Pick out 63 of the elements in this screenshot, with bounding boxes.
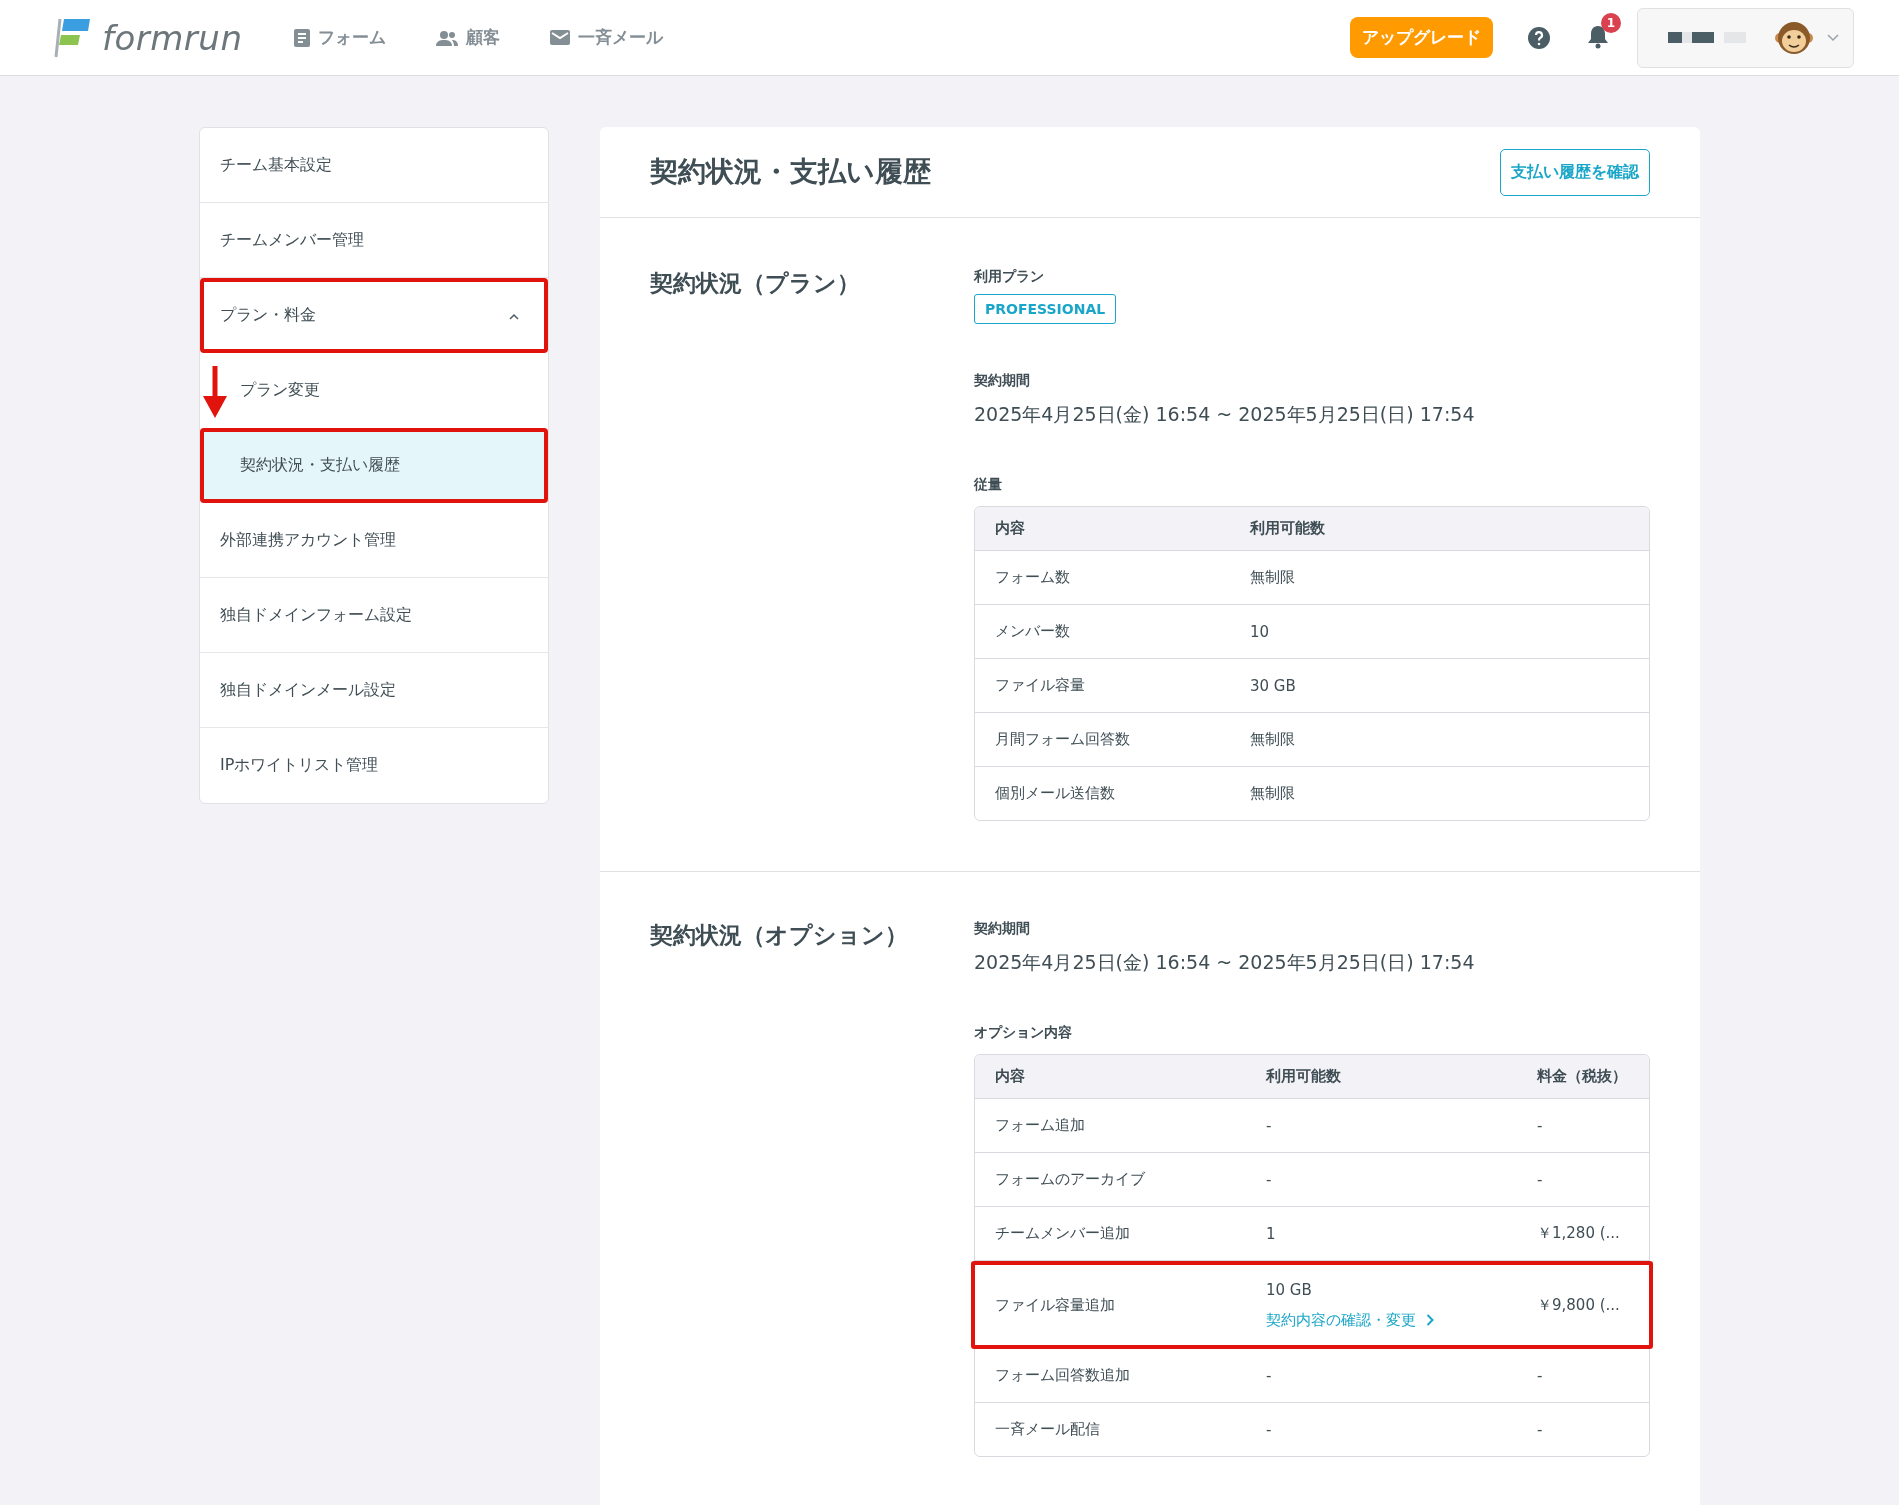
table-cell-text: ￥1,280 (...	[1537, 1224, 1621, 1243]
contract-period: 2025年4月25日(金) 16:54 ~ 2025年5月25日(日) 17:54	[974, 402, 1476, 427]
account-menu[interactable]	[1637, 7, 1854, 68]
sidebar-subitem[interactable]: プラン変更	[200, 353, 548, 428]
table-cell-text: フォーム数	[995, 568, 1071, 587]
table-cell-text: -	[1266, 1420, 1273, 1439]
table-cell-text: 無制限	[1250, 730, 1296, 749]
contract-period: 2025年4月25日(金) 16:54 ~ 2025年5月25日(日) 17:54	[974, 950, 1476, 975]
sidebar-item[interactable]: 独自ドメインフォーム設定	[200, 578, 548, 653]
table-cell-text: 無制限	[1250, 568, 1296, 587]
sidebar-item[interactable]: チームメンバー管理	[200, 203, 548, 278]
section-title: 契約状況（オプション）	[650, 921, 909, 950]
logo-text[interactable]: formrun	[102, 17, 243, 58]
table-cell-text: ￥9,800 (...	[1537, 1295, 1621, 1315]
table-cell-text: ファイル容量追加	[995, 1295, 1116, 1315]
table-cell-text: -	[1537, 1366, 1544, 1385]
sidebar-item[interactable]: 外部連携アカウント管理	[200, 503, 548, 578]
table-cell-text: 10	[1250, 622, 1271, 641]
table-cell-text: フォーム回答数追加	[995, 1366, 1131, 1385]
table-cell-text: 10 GB	[1266, 1280, 1313, 1299]
section-title: 契約状況（プラン）	[650, 269, 861, 298]
table-cell-text: 一斉メール配信	[995, 1420, 1101, 1439]
table-cell-text: 30 GB	[1250, 676, 1297, 695]
sidebar-subitem[interactable]: 契約状況・支払い履歴	[200, 428, 548, 503]
chevron-down-icon	[1827, 33, 1839, 42]
column-header: 内容	[995, 519, 1026, 538]
document-icon	[294, 28, 311, 47]
sidebar-item[interactable]: IPホワイトリスト管理	[200, 728, 548, 803]
column-header: 利用可能数	[1250, 519, 1326, 538]
chevron-right-icon	[1426, 1314, 1434, 1326]
table-cell-text: ファイル容量	[995, 676, 1086, 695]
table-cell-text: -	[1537, 1170, 1544, 1189]
people-icon	[436, 29, 459, 46]
table-cell-text: -	[1266, 1366, 1273, 1385]
sidebar-item[interactable]: プラン・料金	[200, 278, 548, 353]
table-cell-text: 個別メール送信数	[995, 784, 1116, 803]
column-header: 利用可能数	[1266, 1067, 1342, 1086]
table-cell-text: フォーム追加	[995, 1116, 1086, 1135]
sidebar-item[interactable]: 独自ドメインメール設定	[200, 653, 548, 728]
table-cell-text: 月間フォーム回答数	[995, 730, 1131, 749]
monkey-avatar-icon	[1775, 19, 1813, 56]
column-header: 料金（税抜）	[1537, 1067, 1628, 1086]
table-cell-text: フォームのアーカイブ	[995, 1170, 1146, 1189]
table-cell-text: -	[1537, 1116, 1544, 1135]
plan-badge: PROFESSIONAL	[974, 294, 1117, 324]
field-label: オプション内容	[974, 1024, 1073, 1042]
table-cell-text: 無制限	[1250, 784, 1296, 803]
help-icon[interactable]	[1527, 25, 1551, 50]
notification-badge: 1	[1601, 12, 1621, 33]
mail-icon	[550, 30, 571, 45]
field-label: 契約期間	[974, 920, 1031, 938]
table-cell-text: -	[1266, 1170, 1273, 1189]
table-cell-text: -	[1537, 1420, 1544, 1439]
column-header: 内容	[995, 1067, 1026, 1086]
table-cell-text: 1	[1266, 1224, 1277, 1243]
sidebar-item[interactable]: チーム基本設定	[200, 128, 548, 203]
table-cell-text: チームメンバー追加	[995, 1224, 1131, 1243]
table-cell-text: メンバー数	[995, 622, 1071, 641]
field-label: 従量	[974, 476, 1003, 494]
table-cell-text: -	[1266, 1116, 1273, 1135]
field-label: 利用プラン	[974, 268, 1045, 286]
field-label: 契約期間	[974, 372, 1031, 390]
page-title: 契約状況・支払い履歴	[650, 154, 931, 190]
